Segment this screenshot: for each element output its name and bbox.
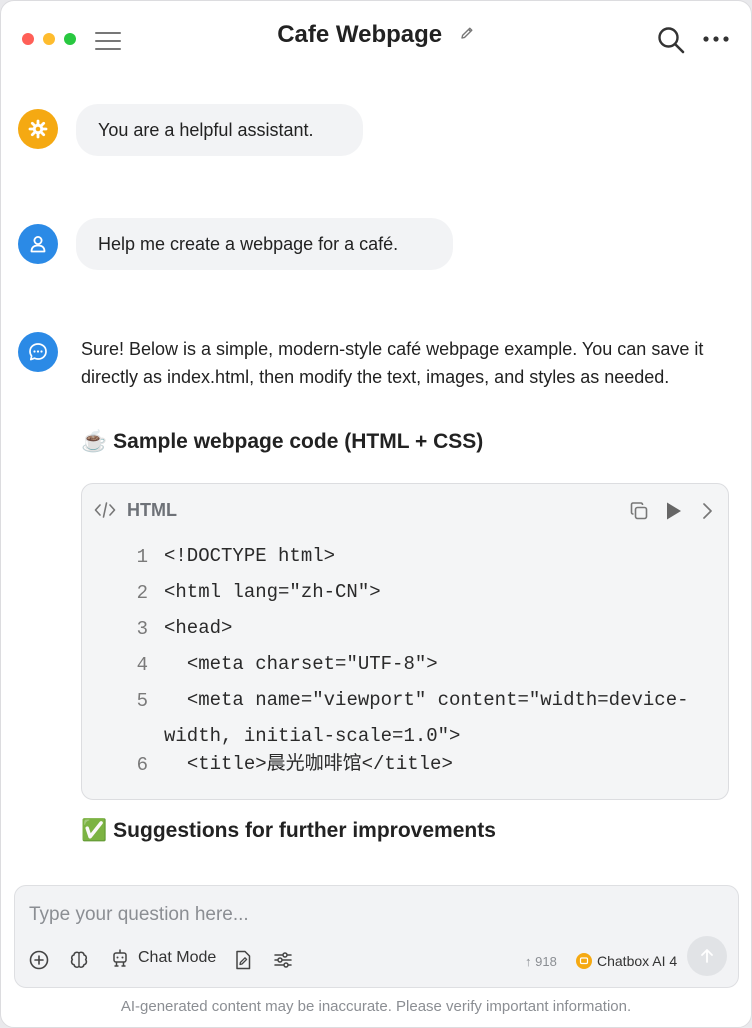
section-heading-improvements: ✅ Suggestions for further improvements	[81, 819, 496, 843]
code-block: HTML 1 <!DOCTYPE html> 2 <html lang="zh-…	[81, 483, 729, 800]
code-block-header: HTML	[82, 484, 728, 536]
line-text: <!DOCTYPE html>	[164, 545, 336, 567]
section-heading-code: ☕ Sample webpage code (HTML + CSS)	[81, 430, 483, 454]
model-label: Chatbox AI 4	[597, 953, 678, 969]
edit-icon[interactable]	[459, 25, 475, 41]
code-icon	[94, 502, 116, 518]
line-number: 4	[136, 654, 148, 676]
search-icon[interactable]	[656, 25, 686, 55]
assistant-intro-text: Sure! Below is a simple, modern-style ca…	[81, 339, 704, 387]
assistant-avatar	[18, 332, 58, 372]
chatbox-logo-icon	[576, 953, 592, 969]
gear-icon	[28, 119, 48, 139]
line-text: <html lang="zh-CN">	[164, 581, 381, 603]
section-title: Suggestions for further improvements	[113, 819, 496, 842]
line-number: 1	[136, 546, 148, 568]
line-number: 6	[136, 754, 148, 776]
code-language-label: HTML	[127, 500, 177, 520]
token-count: ↑ 918	[525, 954, 557, 969]
user-avatar	[18, 224, 58, 264]
line-text: <title>晨光咖啡馆</title>	[164, 753, 453, 775]
chevron-right-icon[interactable]	[701, 502, 713, 520]
sliders-icon[interactable]	[273, 950, 293, 970]
line-text: <meta charset="UTF-8">	[164, 653, 438, 675]
play-icon[interactable]	[665, 501, 683, 521]
chat-mode-button[interactable]: Chat Mode	[111, 948, 216, 968]
disclaimer-text: AI-generated content may be inaccurate. …	[120, 998, 632, 1015]
user-icon	[30, 236, 46, 253]
arrow-up-icon	[701, 949, 713, 963]
copy-icon[interactable]	[629, 501, 649, 521]
minimize-window-button[interactable]	[43, 33, 55, 45]
coffee-icon: ☕	[81, 430, 108, 453]
line-number: 2	[136, 582, 148, 604]
system-avatar	[18, 109, 58, 149]
line-number: 5	[136, 690, 148, 712]
send-button[interactable]	[687, 936, 727, 976]
user-message: Help me create a webpage for a café.	[76, 218, 453, 270]
brain-icon[interactable]	[69, 950, 89, 970]
window-controls	[22, 33, 76, 45]
line-text: <meta name="viewport" content="width=dev…	[164, 689, 689, 747]
chat-bubble-icon	[29, 343, 47, 361]
document-edit-icon[interactable]	[234, 950, 252, 970]
maximize-window-button[interactable]	[64, 33, 76, 45]
conversation-title[interactable]: Cafe Webpage	[277, 21, 442, 48]
section-title: Sample webpage code (HTML + CSS)	[113, 430, 484, 453]
message-composer: Type your question here... Chat Mode ↑ 9…	[14, 885, 739, 988]
robot-icon	[113, 949, 127, 967]
check-mark-icon: ✅	[81, 819, 108, 842]
hamburger-menu-icon[interactable]	[95, 28, 121, 50]
plus-circle-icon[interactable]	[29, 950, 49, 970]
model-selector[interactable]: Chatbox AI 4	[576, 953, 677, 969]
more-icon[interactable]	[703, 31, 729, 47]
app-window: Cafe Webpage You are a helpful assistant…	[0, 0, 752, 1028]
close-window-button[interactable]	[22, 33, 34, 45]
line-text: <head>	[164, 617, 233, 639]
message-input[interactable]: Type your question here...	[29, 904, 249, 926]
chat-mode-label: Chat Mode	[138, 949, 217, 966]
line-number: 3	[136, 618, 148, 640]
assistant-message: Sure! Below is a simple, modern-style ca…	[81, 335, 731, 391]
system-message: You are a helpful assistant.	[76, 104, 363, 156]
